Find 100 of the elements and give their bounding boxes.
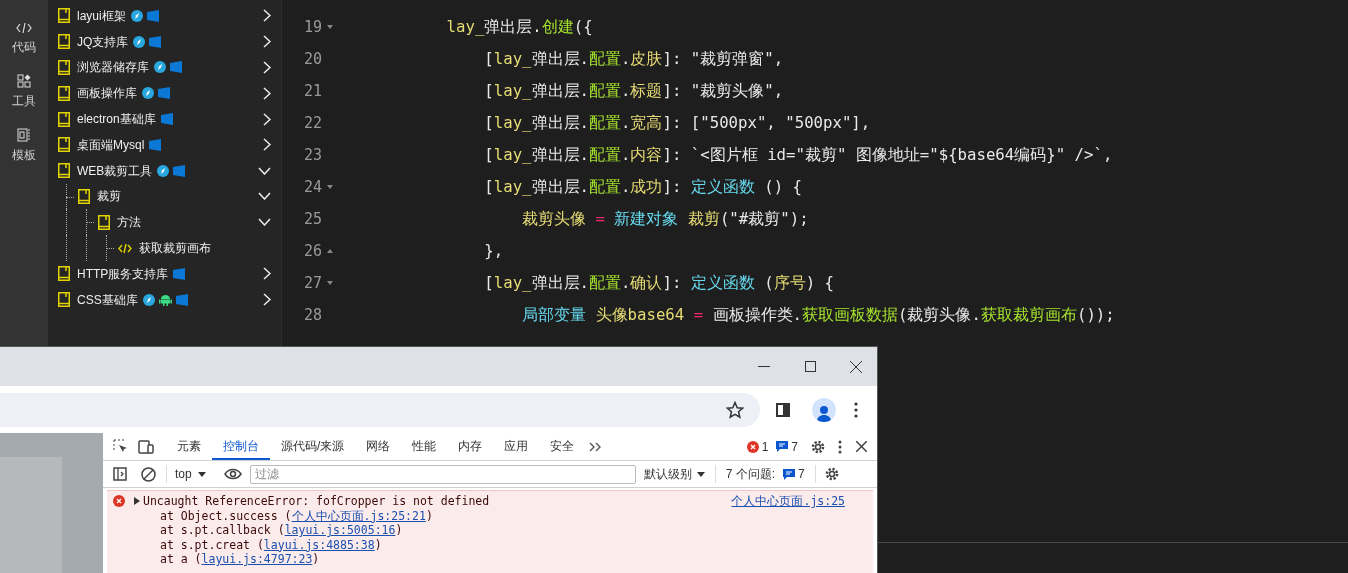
issues-count[interactable]: 7 [783,465,816,483]
code-token: lay_ [493,272,532,295]
level-select[interactable]: 默认级别 [643,465,716,483]
code-token: (裁剪头像. [898,304,981,327]
code-token: 弹出层. [531,144,589,167]
tree-item[interactable]: JQ支持库 [48,28,281,55]
settings-icon[interactable] [810,438,826,455]
code-token: ]: "裁剪头像", [662,80,784,103]
context-select[interactable]: top [166,465,214,483]
filter-field[interactable]: 过滤 [249,464,636,484]
tree-item[interactable]: electron基础库 [48,106,281,132]
stack-link[interactable]: layui.js:4885:38 [263,537,375,552]
fold-icon[interactable] [327,25,333,29]
clear-icon[interactable] [141,466,156,482]
tree-item[interactable]: 获取裁剪画布 [48,235,281,261]
line-number: 23 [302,144,322,166]
code-token: ) { [805,272,835,295]
code-token: lay_ [493,144,532,167]
code-token: 配置 [589,80,621,103]
star-icon[interactable] [726,400,744,419]
book-icon [58,34,70,50]
code-token: ("#裁剪"); [719,208,809,231]
tree-item[interactable]: 画板操作库 [48,80,281,107]
devtools-tab[interactable]: 性能 [401,433,448,460]
source-link[interactable]: 个人中心页面.js:25 [731,494,845,509]
compass-icon [133,35,146,48]
code-token: 裁剪 [686,208,720,231]
line-number: 22 [302,112,322,134]
code-token: ]: [662,272,683,295]
devtools-tab[interactable]: 源代码/来源 [270,433,356,460]
settings-icon[interactable] [823,466,840,482]
message-count[interactable]: 7 [791,437,798,456]
code-token: . [621,272,631,295]
code-token: ]: ["500px", "500px"], [662,112,871,135]
devtools-tab[interactable]: 应用 [493,433,540,460]
close-icon [850,360,862,373]
tree-item[interactable]: 浏览器储存库 [48,54,281,81]
code-token: 弹出层. [531,272,589,295]
blocks-icon [17,74,31,88]
devtools-tab[interactable]: 网络 [355,433,402,460]
code-token: 宽高 [630,112,663,135]
book-icon [98,214,110,230]
code-token: . [621,144,631,167]
code-token: = [692,304,705,327]
fold-icon[interactable] [327,281,333,285]
windows-icon [158,87,170,100]
code-token: 新建对象 [614,208,679,231]
code-token: lay_ [493,176,532,199]
tree-item[interactable]: WEB裁剪工具 [48,157,281,184]
activity-bar-item[interactable]: 模板 [12,128,36,164]
devtools-tab[interactable]: 安全 [539,433,586,460]
devtools-tab[interactable]: 内存 [447,433,494,460]
line-number: 25 [302,208,322,230]
windows-icon [149,138,162,151]
windows-icon [160,113,173,126]
compass-icon [130,9,143,22]
tree-item[interactable]: CSS基础库 [48,286,281,313]
book-icon [58,163,70,179]
sidebar-toggle-icon[interactable] [113,467,127,481]
line-number: 20 [302,48,322,70]
side-panel-icon[interactable] [776,402,790,417]
menu-icon[interactable] [854,401,858,418]
stack-link[interactable]: 个人中心页面.js:25:21 [291,508,426,523]
close-icon[interactable] [856,441,867,452]
line-number: 27 [302,272,322,294]
fold-end-icon[interactable] [327,249,333,253]
code-token: }, [483,240,504,263]
fold-icon[interactable] [327,185,333,189]
tree-item[interactable]: 桌面端Mysql [48,132,281,158]
expand-triangle-icon[interactable] [134,497,140,505]
inspect-icon[interactable] [113,439,128,454]
code-token: 获取画板数据 [802,304,899,327]
device-toolbar-icon[interactable] [138,439,154,454]
code-token: 配置 [589,48,621,71]
stack-link[interactable]: layui.js:4797:23 [201,552,313,566]
code-token: 定义函数 [690,272,755,295]
tree-item[interactable]: 裁剪 [48,183,281,210]
windows-icon [173,164,186,177]
stack-trace-line: at s.pt.callback (layui.js:5005:16) [159,523,404,538]
windows-icon [149,35,162,48]
code-token: [ [483,144,494,167]
stack-link[interactable]: layui.js:5005:16 [284,523,396,537]
activity-bar-item[interactable]: 代码 [12,22,36,56]
tree-item[interactable]: 方法 [48,209,281,236]
activity-bar-item[interactable]: 工具 [12,74,36,110]
code-token: [ [483,176,494,199]
error-count[interactable]: 1 [761,437,769,456]
tree-item[interactable]: layui框架 [48,3,281,29]
devtools-tab[interactable]: 控制台 [212,433,270,460]
menu-icon[interactable] [838,439,842,454]
template-icon [17,128,31,142]
android-icon [158,293,172,307]
code-token: = [594,208,606,231]
profile-icon[interactable] [812,397,836,422]
eye-icon[interactable] [223,468,242,480]
code-token: 裁剪头像 [521,208,587,231]
tree-item[interactable]: HTTP服务支持库 [48,260,281,287]
code-token: 弹出层. [531,48,589,71]
code-token: 弹出层. [484,16,542,39]
devtools-tab[interactable]: 元素 [166,433,212,460]
